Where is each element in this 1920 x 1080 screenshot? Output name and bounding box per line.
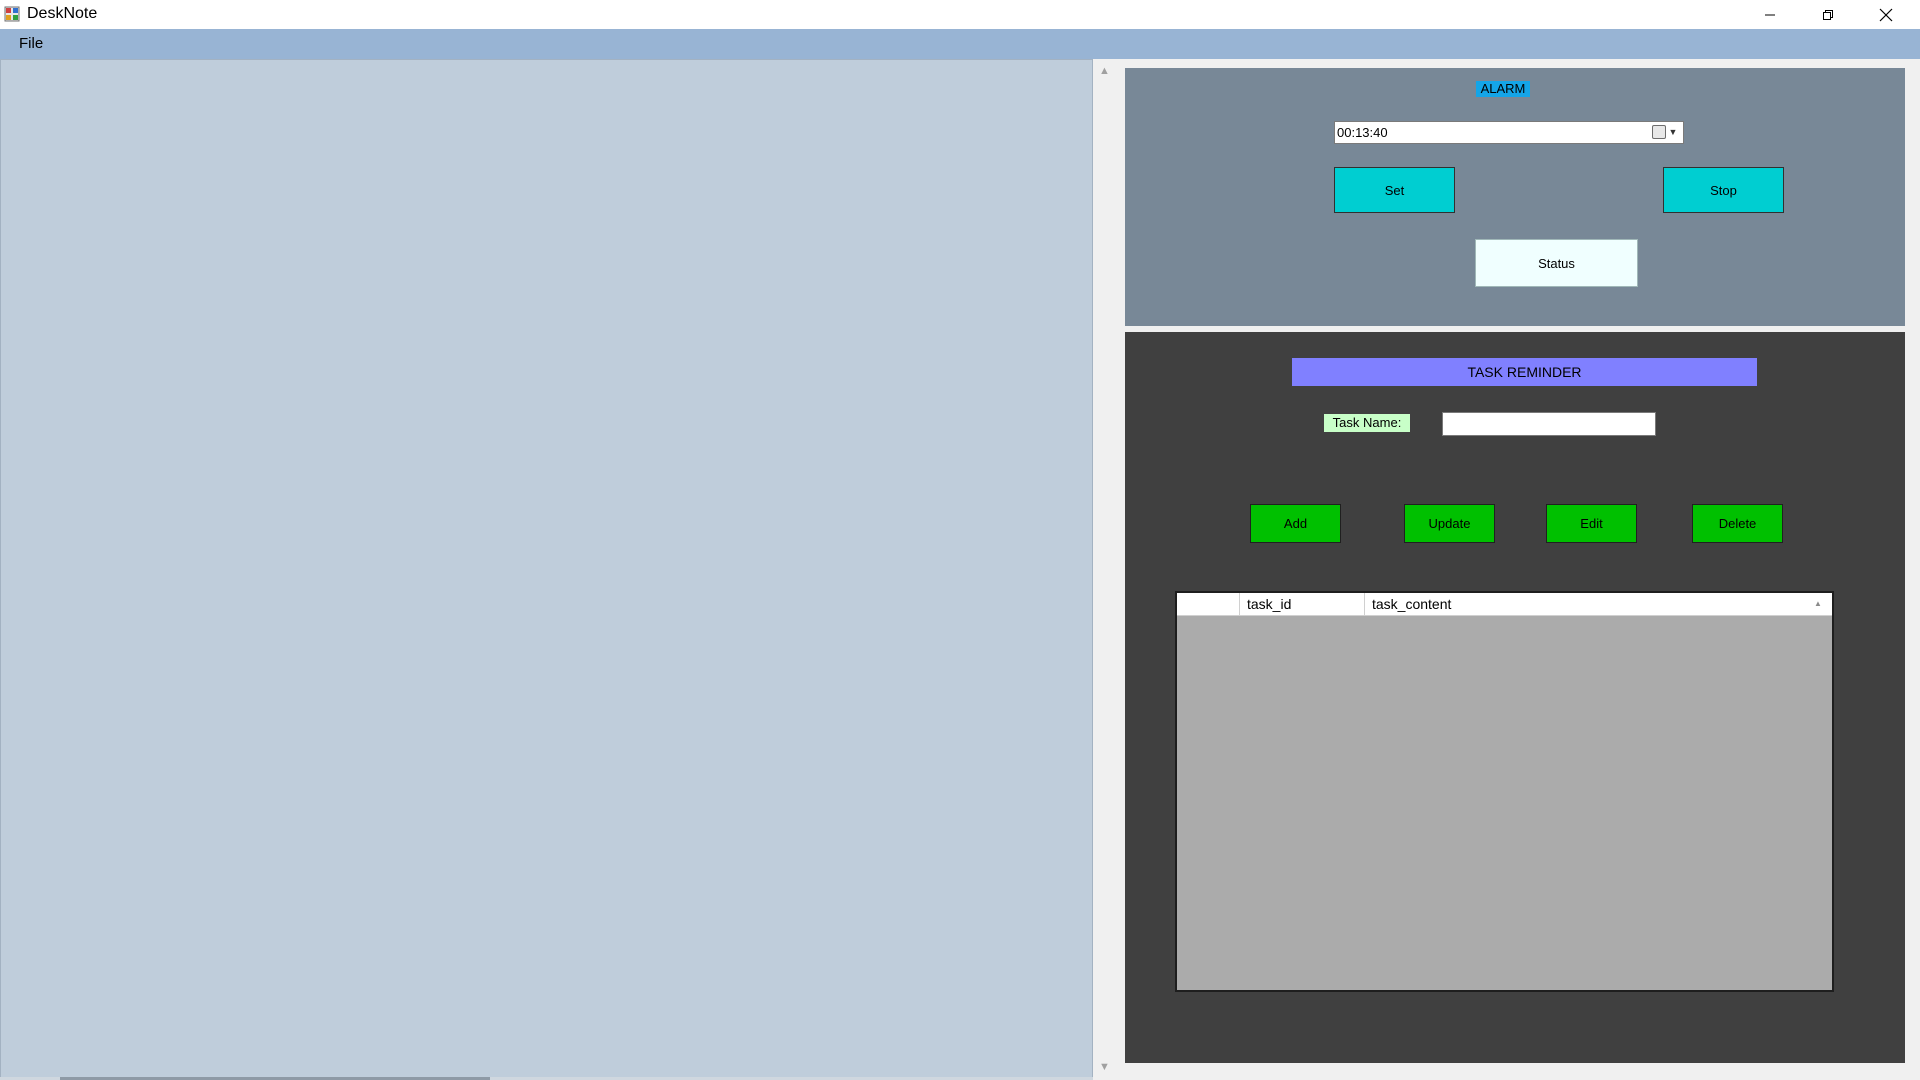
sort-ascending-icon: ▲: [1814, 599, 1822, 608]
window-title: DeskNote: [27, 5, 98, 22]
calendar-icon[interactable]: [1652, 125, 1666, 139]
scroll-up-arrow-icon[interactable]: ▲: [1097, 64, 1112, 79]
add-task-button[interactable]: Add: [1250, 504, 1341, 543]
grid-column-task-id[interactable]: task_id: [1240, 593, 1365, 616]
delete-task-button[interactable]: Delete: [1692, 504, 1783, 543]
close-button[interactable]: [1857, 0, 1915, 29]
update-task-button[interactable]: Update: [1404, 504, 1495, 543]
alarm-status-display: Status: [1475, 239, 1638, 287]
menu-bar: [0, 29, 1920, 59]
note-vertical-scrollbar[interactable]: [1093, 59, 1116, 1080]
minimize-icon: [1765, 14, 1775, 15]
task-name-input[interactable]: [1442, 412, 1656, 436]
task-data-grid[interactable]: [1175, 591, 1834, 992]
grid-row-header-column[interactable]: [1177, 593, 1240, 616]
grid-column-task-content[interactable]: task_content: [1365, 593, 1832, 616]
edit-task-button[interactable]: Edit: [1546, 504, 1637, 543]
minimize-button[interactable]: [1741, 0, 1799, 29]
alarm-label: ALARM: [1476, 81, 1530, 97]
note-text-area[interactable]: [0, 59, 1093, 1080]
menu-file[interactable]: File: [10, 33, 52, 55]
task-name-label: Task Name:: [1324, 414, 1410, 432]
restore-icon: [1823, 9, 1833, 20]
set-alarm-button[interactable]: Set: [1334, 167, 1455, 213]
restore-button[interactable]: [1799, 0, 1857, 29]
close-icon: [1879, 8, 1893, 21]
task-reminder-title: TASK REMINDER: [1292, 358, 1757, 386]
scroll-down-arrow-icon[interactable]: ▼: [1097, 1060, 1112, 1075]
alarm-time-picker[interactable]: 00:13:40: [1334, 121, 1684, 144]
title-bar: [0, 0, 1920, 29]
desknote-app-icon: [4, 6, 20, 22]
chevron-down-icon[interactable]: ▼: [1667, 125, 1679, 139]
stop-alarm-button[interactable]: Stop: [1663, 167, 1784, 213]
alarm-panel: [1125, 68, 1905, 326]
